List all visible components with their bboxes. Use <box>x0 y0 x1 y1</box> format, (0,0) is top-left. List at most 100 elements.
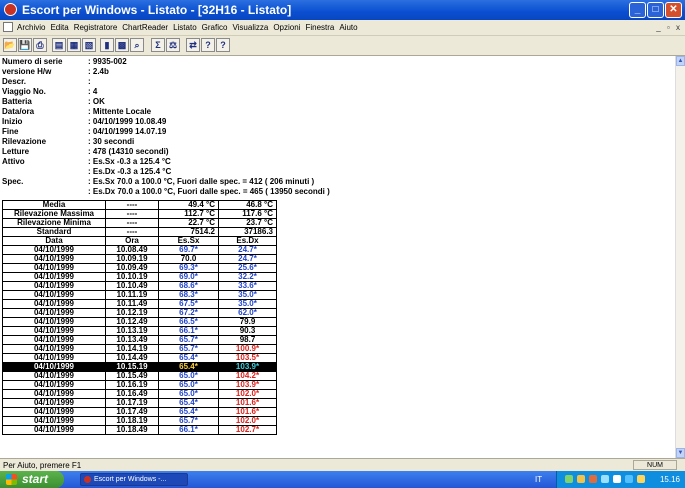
menu-item-visualizza[interactable]: Visualizza <box>232 23 268 32</box>
table-row[interactable]: 04/10/1999 10.17.19 65.4* 101.6* <box>2 398 277 408</box>
maximize-button[interactable]: □ <box>647 2 664 18</box>
summary-row: Rilevazione Massima ---- 112.7 °C 117.6 °C <box>2 209 277 219</box>
zoom-icon[interactable]: ⌕ <box>130 38 144 52</box>
table-row[interactable]: 04/10/1999 10.15.19 65.4* 103.9* <box>2 362 277 372</box>
menu-item-aiuto[interactable]: Aiuto <box>339 23 357 32</box>
start-button[interactable]: start <box>0 471 64 488</box>
cell-es-sx: 67.2* <box>158 308 219 318</box>
help-icon[interactable]: ? <box>201 38 215 52</box>
scale-icon[interactable]: ⚖ <box>166 38 180 52</box>
taskbar-item-escort[interactable]: Escort per Windows -... <box>80 473 188 486</box>
document-icon[interactable] <box>3 22 13 32</box>
start-label: start <box>22 472 49 486</box>
cell-es-sx: 65.7* <box>158 335 219 345</box>
table-row[interactable]: 04/10/1999 10.09.19 70.0 24.7* <box>2 254 277 264</box>
save-icon[interactable]: 💾 <box>18 38 32 52</box>
comm-icon[interactable]: ⇄ <box>186 38 200 52</box>
table-row[interactable]: 04/10/1999 10.11.19 68.3* 35.0* <box>2 290 277 300</box>
cell-es-sx: 65.0* <box>158 389 219 399</box>
menu-items: Archivio Edita Registratore ChartReader List… <box>17 20 363 35</box>
tray-printer-icon[interactable] <box>613 475 621 483</box>
cell-es-dx: 24.7* <box>218 254 277 264</box>
menu-item-archivio[interactable]: Archivio <box>17 23 45 32</box>
tray-network-icon[interactable] <box>565 475 573 483</box>
info-value: : 04/10/1999 10.08.49 <box>88 117 167 126</box>
bars-icon[interactable]: ▮ <box>100 38 114 52</box>
windows-logo-icon <box>6 474 17 485</box>
tray-update-icon[interactable] <box>625 475 633 483</box>
scroll-up-arrow-icon[interactable]: ▲ <box>676 56 685 66</box>
app-icon[interactable] <box>4 3 17 16</box>
cell-es-dx: 101.6* <box>218 407 277 417</box>
summary-label: Standard <box>2 227 106 237</box>
vertical-scrollbar[interactable]: ▲ ▼ <box>675 56 685 458</box>
data-table: Media ---- 49.4 °C 46.8 °C Rilevazione Massi… <box>2 200 277 435</box>
table-row[interactable]: 04/10/1999 10.08.49 69.7* 24.7* <box>2 245 277 255</box>
stats-icon[interactable]: Σ <box>151 38 165 52</box>
cell-es-sx: 69.7* <box>158 245 219 255</box>
cell-date: 04/10/1999 <box>2 245 106 255</box>
language-indicator[interactable]: IT <box>535 471 542 488</box>
scroll-down-arrow-icon[interactable]: ▼ <box>676 448 685 458</box>
escort-app-icon <box>84 476 91 483</box>
cell-time: 10.11.19 <box>105 290 159 300</box>
menu-item-registratore[interactable]: Registratore <box>74 23 118 32</box>
menu-item-finestra[interactable]: Finestra <box>305 23 334 32</box>
table-row[interactable]: 04/10/1999 10.15.49 65.0* 104.2* <box>2 371 277 381</box>
tray-info-icon[interactable] <box>637 475 645 483</box>
print-setup-icon[interactable]: ▦ <box>67 38 81 52</box>
cell-es-dx: 62.0* <box>218 308 277 318</box>
table-row[interactable]: 04/10/1999 10.10.49 68.6* 33.6* <box>2 281 277 291</box>
cell-time: 10.15.19 <box>105 362 159 372</box>
print-preview-icon[interactable]: ▤ <box>52 38 66 52</box>
cell-time: 10.14.49 <box>105 353 159 363</box>
toolbar: 📂 💾 ⎙ ▤ ▦ ▧ ▮ ▩ ⌕ Σ ⚖ ⇄?? <box>0 36 685 56</box>
table-row[interactable]: 04/10/1999 10.16.49 65.0* 102.0* <box>2 389 277 399</box>
table-row[interactable]: 04/10/1999 10.12.49 66.5* 79.9 <box>2 317 277 327</box>
table-row[interactable]: 04/10/1999 10.14.19 65.7* 100.9* <box>2 344 277 354</box>
cell-es-dx: 33.6* <box>218 281 277 291</box>
cell-es-dx: 104.2* <box>218 371 277 381</box>
table-row[interactable]: 04/10/1999 10.11.49 67.5* 35.0* <box>2 299 277 309</box>
cell-es-sx: 66.1* <box>158 425 219 435</box>
tray-volume-icon[interactable] <box>577 475 585 483</box>
tray-display-icon[interactable] <box>601 475 609 483</box>
table-row[interactable]: 04/10/1999 10.10.19 69.0* 32.2* <box>2 272 277 282</box>
info-key: Rilevazione <box>2 137 47 146</box>
cell-date: 04/10/1999 <box>2 326 106 336</box>
print-icon[interactable]: ⎙ <box>33 38 47 52</box>
chart-icon[interactable]: ▩ <box>115 38 129 52</box>
tray-security-icon[interactable] <box>589 475 597 483</box>
open-icon[interactable]: 📂 <box>3 38 17 52</box>
table-row[interactable]: 04/10/1999 10.13.49 65.7* 98.7 <box>2 335 277 345</box>
table-row[interactable]: 04/10/1999 10.18.19 65.7* 102.0* <box>2 416 277 426</box>
num-lock-indicator: NUM <box>633 460 677 470</box>
menu-item-chartreader[interactable]: ChartReader <box>122 23 168 32</box>
close-button[interactable]: ✕ <box>665 2 682 18</box>
menu-item-edita[interactable]: Edita <box>50 23 68 32</box>
summary-es-dx: 23.7 °C <box>218 218 277 228</box>
context-help-icon[interactable]: ? <box>216 38 230 52</box>
menu-bar: Archivio Edita Registratore ChartReader List… <box>0 20 685 36</box>
cell-time: 10.13.19 <box>105 326 159 336</box>
mdi-controls[interactable]: _ ▫ x <box>656 20 682 35</box>
table-row[interactable]: 04/10/1999 10.09.49 69.3* 25.6* <box>2 263 277 273</box>
table-row[interactable]: 04/10/1999 10.16.19 65.0* 103.9* <box>2 380 277 390</box>
table-row[interactable]: 04/10/1999 10.17.49 65.4* 101.6* <box>2 407 277 417</box>
column-header: Es.Sx <box>158 236 219 246</box>
cell-date: 04/10/1999 <box>2 407 106 417</box>
cell-es-sx: 69.0* <box>158 272 219 282</box>
cell-es-sx: 65.7* <box>158 344 219 354</box>
menu-item-listato[interactable]: Listato <box>173 23 197 32</box>
info-value: : Es.Dx -0.3 a 125.4 °C <box>88 167 172 176</box>
table-row[interactable]: 04/10/1999 10.12.19 67.2* 62.0* <box>2 308 277 318</box>
menu-item-grafico[interactable]: Grafico <box>202 23 228 32</box>
minimize-button[interactable]: _ <box>629 2 646 18</box>
table-row[interactable]: 04/10/1999 10.13.19 66.1* 90.3 <box>2 326 277 336</box>
menu-item-opzioni[interactable]: Opzioni <box>273 23 300 32</box>
table-row[interactable]: 04/10/1999 10.18.49 66.1* 102.7* <box>2 425 277 435</box>
print-all-icon[interactable]: ▧ <box>82 38 96 52</box>
table-row[interactable]: 04/10/1999 10.14.49 65.4* 103.5* <box>2 353 277 363</box>
info-value: : 478 (14310 secondi) <box>88 147 169 156</box>
summary-es-sx: 22.7 °C <box>158 218 219 228</box>
